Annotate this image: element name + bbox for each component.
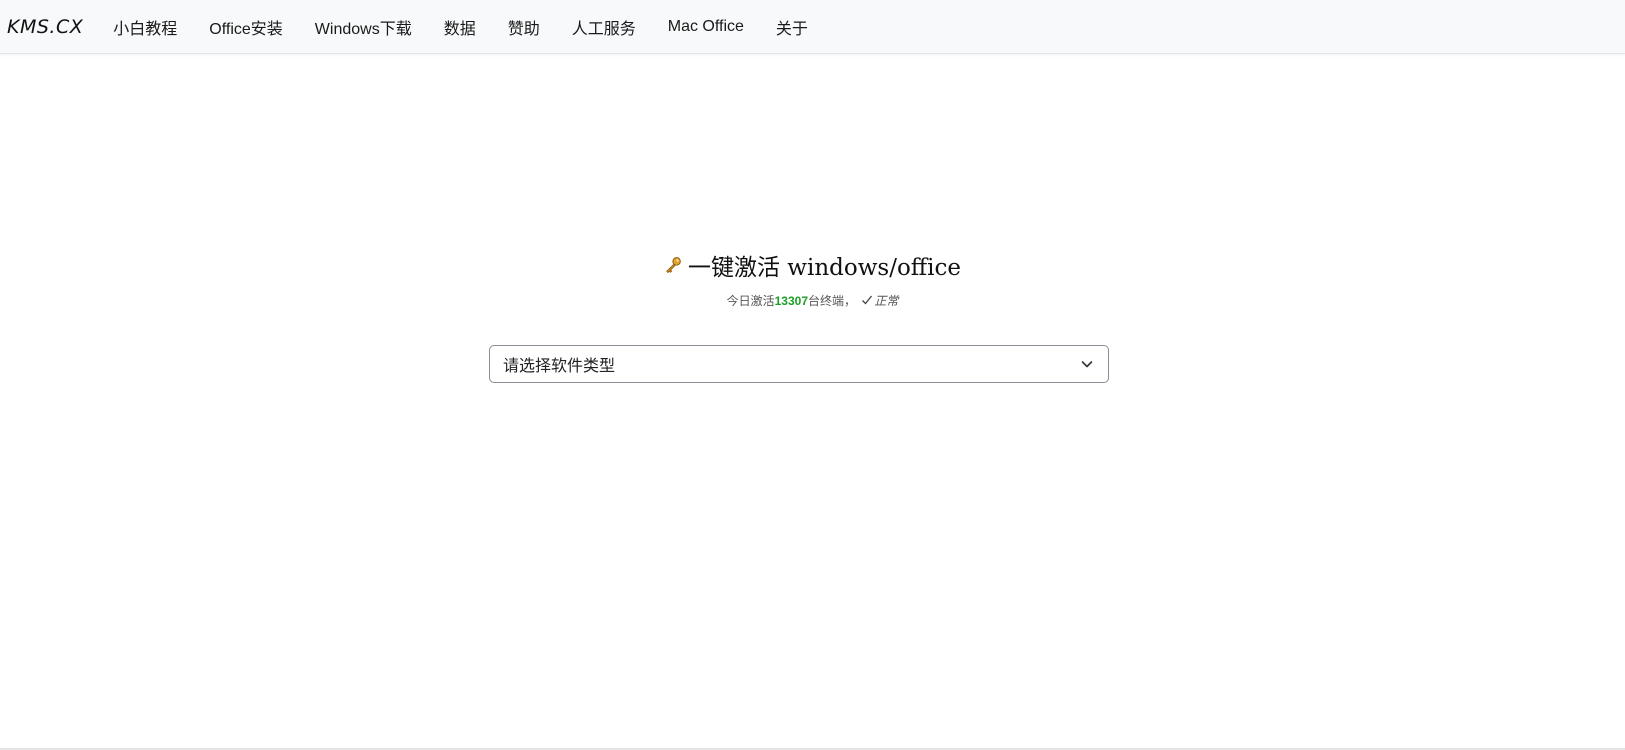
chevron-down-icon [1081,361,1093,368]
nav-link-manual-service[interactable]: 人工服务 [556,15,652,39]
activation-stats: 今日激活13307台终端， 正常 [0,292,1625,309]
select-value: 请选择软件类型 [503,358,616,375]
brand-logo[interactable]: KMS.CX [7,16,83,38]
nav-link-about[interactable]: 关于 [760,15,824,39]
stats-prefix: 今日激活 [726,294,775,308]
check-icon [862,295,873,305]
activation-count: 13307 [774,294,808,308]
navbar: KMS.CX 小白教程 Office安装 Windows下载 数据 赞助 人工服… [0,0,1625,54]
nav-link-mac-office[interactable]: Mac Office [652,18,760,36]
software-type-select[interactable]: 请选择软件类型 [489,345,1109,383]
hero: 一键激活 windows/office 今日激活13307台终端， 正常 [0,248,1625,309]
page-title-text: 一键激活 windows/office [687,255,961,281]
stats-suffix: 台终端， [808,294,857,308]
nav-link-data[interactable]: 数据 [428,15,492,39]
page-title: 一键激活 windows/office [664,248,961,282]
key-icon [666,257,681,274]
nav-link-windows-download[interactable]: Windows下载 [299,15,428,39]
nav-link-sponsor[interactable]: 赞助 [492,15,556,39]
nav-link-tutorial[interactable]: 小白教程 [97,15,193,39]
status-text: 正常 [874,294,899,308]
nav-link-office-install[interactable]: Office安装 [193,15,299,39]
